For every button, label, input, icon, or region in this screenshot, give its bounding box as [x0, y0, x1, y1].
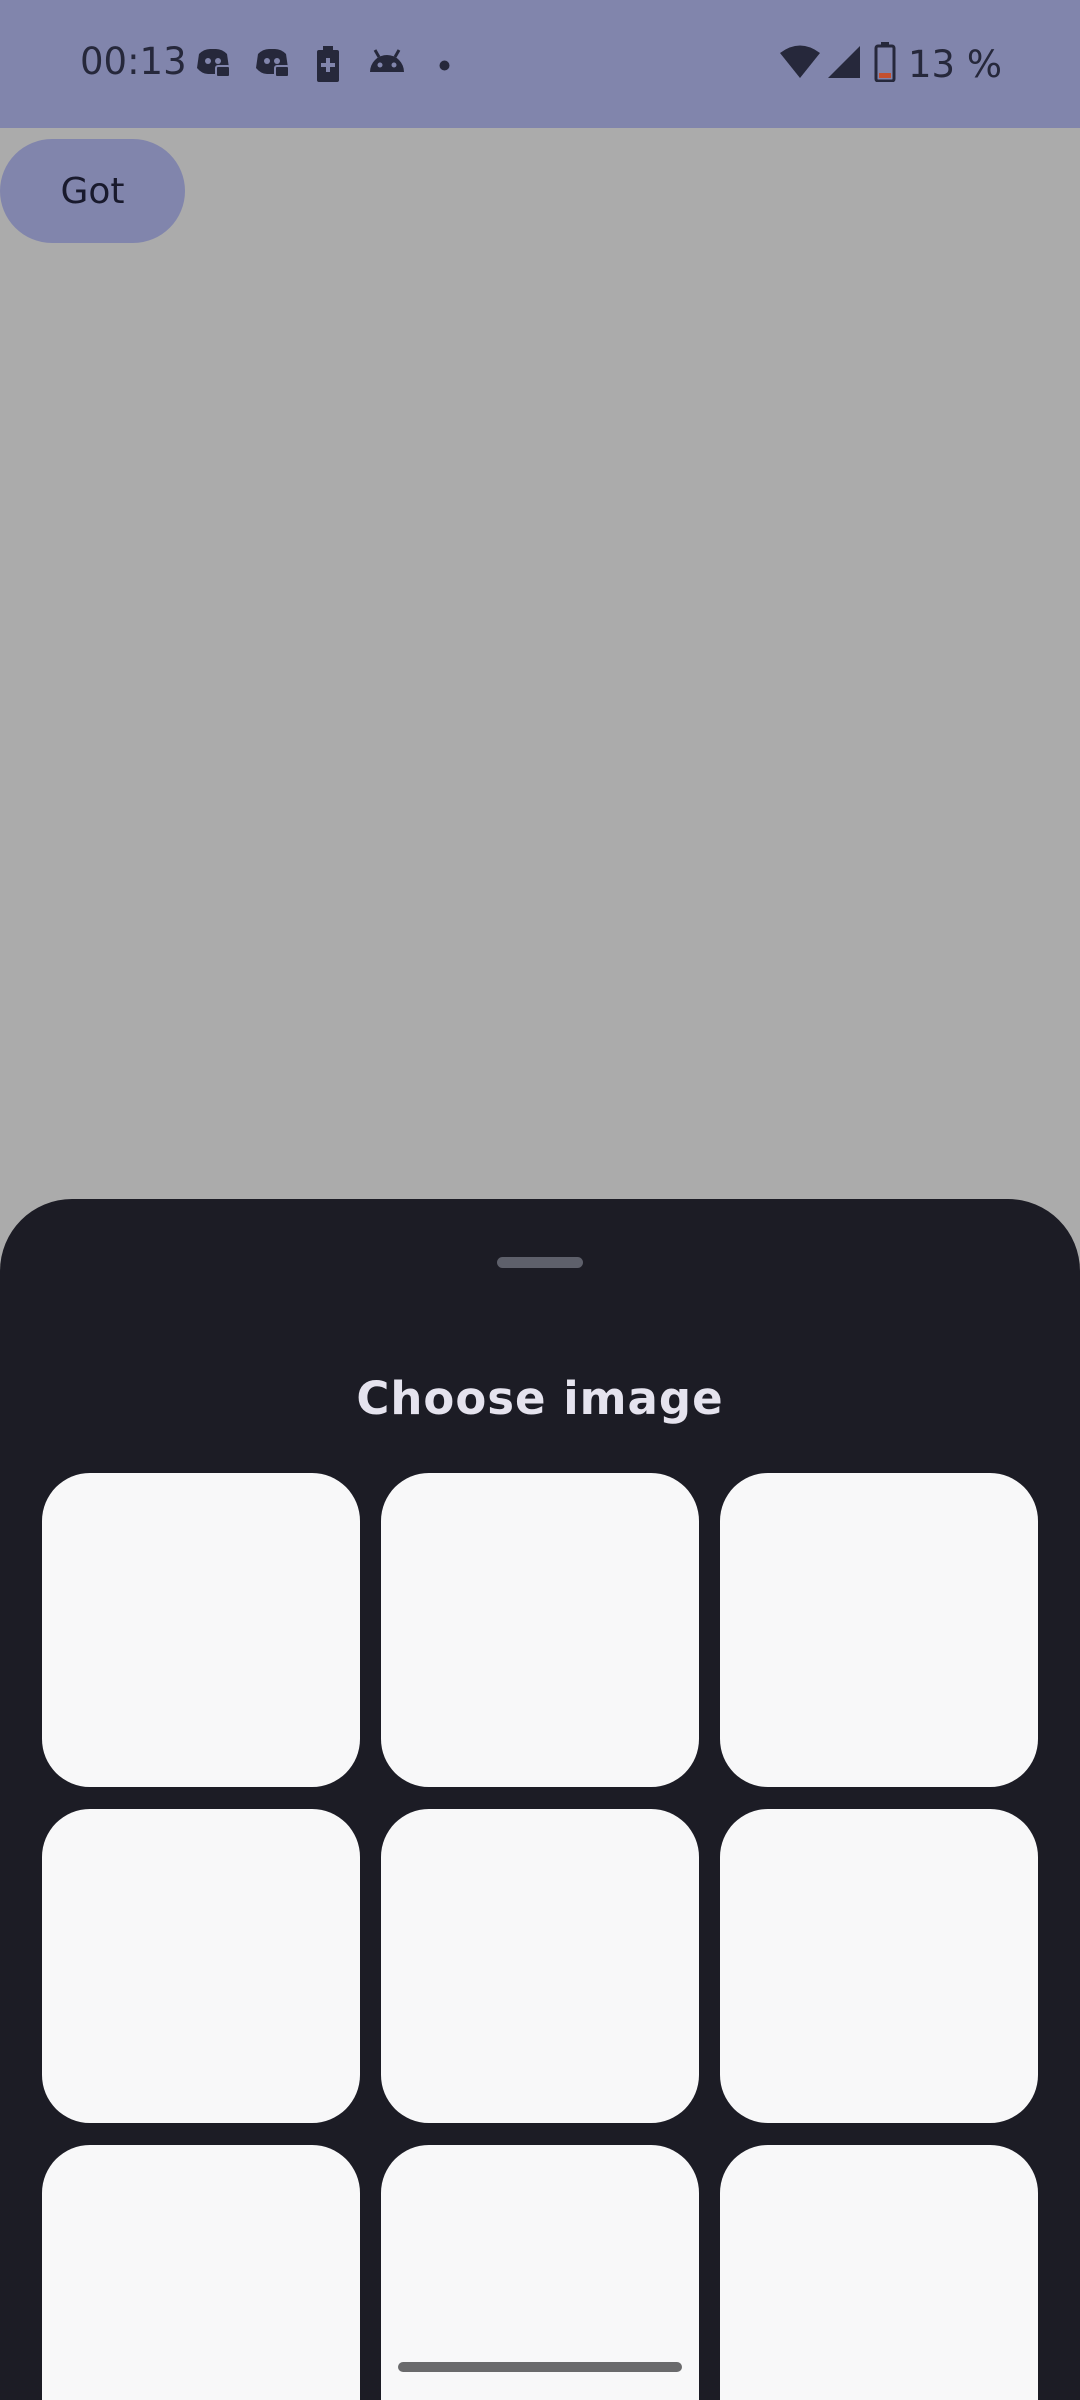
- image-tile-4[interactable]: [42, 1809, 360, 2123]
- image-tile-3[interactable]: [720, 1473, 1038, 1787]
- image-tile-9[interactable]: [720, 2145, 1038, 2400]
- system-status: 13 %: [778, 38, 1002, 90]
- image-tile-1[interactable]: [42, 1473, 360, 1787]
- choose-image-bottom-sheet: Choose image: [0, 1199, 1080, 2400]
- image-tile-2[interactable]: [381, 1473, 699, 1787]
- battery-low-icon: [874, 41, 896, 87]
- battery-percentage: 13 %: [908, 42, 1002, 86]
- discord-icon: [194, 46, 232, 85]
- sheet-title: Choose image: [356, 1372, 724, 1425]
- android-icon: [367, 46, 407, 81]
- wifi-icon: [778, 44, 822, 85]
- image-tile-5[interactable]: [381, 1809, 699, 2123]
- image-grid: [42, 1473, 1038, 2400]
- discord-icon: [253, 46, 291, 85]
- status-time: 00:13: [80, 40, 187, 83]
- sheet-drag-handle[interactable]: [497, 1257, 583, 1268]
- cellular-signal-icon: [826, 44, 862, 85]
- got-button[interactable]: Got: [0, 139, 185, 243]
- more-dot-icon: [439, 58, 450, 76]
- status-bar: 00:13 13 %: [0, 0, 1080, 128]
- image-tile-6[interactable]: [720, 1809, 1038, 2123]
- image-tile-7[interactable]: [42, 2145, 360, 2400]
- gesture-navigation-handle[interactable]: [398, 2362, 682, 2372]
- battery-saver-icon: [315, 46, 341, 87]
